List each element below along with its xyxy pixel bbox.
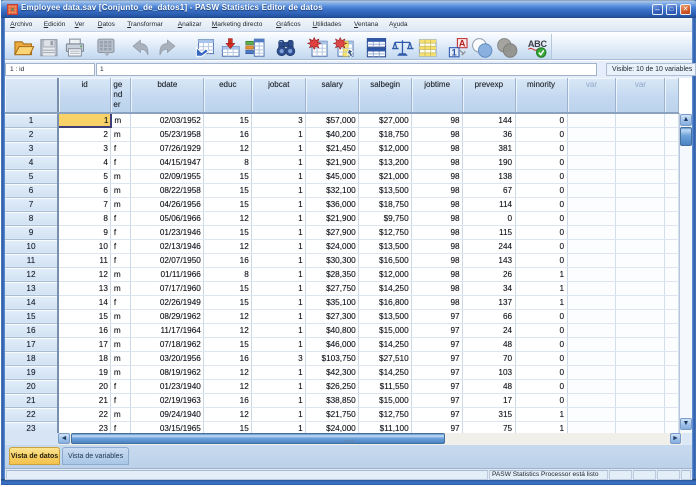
svg-text:1: 1	[452, 47, 457, 57]
svg-text:ABC: ABC	[528, 39, 548, 49]
svg-text:A: A	[459, 38, 466, 48]
